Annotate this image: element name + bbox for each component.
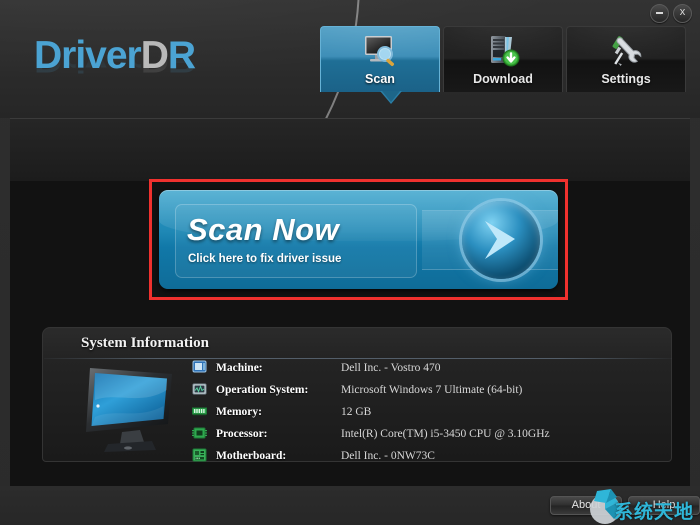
table-row: Machine: Dell Inc. - Vostro 470 [192, 357, 550, 378]
tab-download[interactable]: Download [443, 26, 563, 92]
tab-settings[interactable]: Settings [566, 26, 686, 92]
close-button[interactable]: x [673, 4, 692, 23]
minimize-icon [656, 12, 663, 14]
app-header: DriverDR DriverDR x Scan Download Settin… [0, 0, 700, 118]
active-tab-pointer-inner [382, 91, 400, 102]
close-icon: x [679, 6, 686, 18]
os-label: Operation System: [216, 383, 309, 396]
logo-part-driver: Driver [34, 34, 142, 77]
window-controls: x [650, 4, 692, 23]
table-row: Operation System: Microsoft Windows 7 Ul… [192, 379, 550, 400]
motherboard-value: Dell Inc. - 0NW73C [341, 449, 435, 462]
system-information-title: System Information [81, 335, 209, 351]
help-button[interactable]: Help [628, 496, 700, 515]
table-row: Memory: 12 GB [192, 401, 550, 422]
motherboard-icon [192, 448, 216, 463]
about-button[interactable]: About [550, 496, 622, 515]
processor-icon [192, 426, 216, 441]
tab-settings-label: Settings [601, 72, 651, 86]
desktop-monitor-icon [78, 362, 182, 454]
memory-label: Memory: [216, 405, 262, 418]
system-information-rows: Machine: Dell Inc. - Vostro 470 Operatio… [192, 357, 550, 467]
motherboard-label: Motherboard: [216, 449, 287, 462]
machine-value: Dell Inc. - Vostro 470 [341, 361, 441, 374]
logo-part-d: D [140, 34, 169, 77]
monitor-magnifier-icon [358, 33, 402, 71]
memory-value: 12 GB [341, 405, 372, 418]
machine-icon [192, 360, 216, 375]
tab-scan[interactable]: Scan [320, 26, 440, 92]
processor-label: Processor: [216, 427, 268, 440]
machine-label: Machine: [216, 361, 263, 374]
app-logo: DriverDR [34, 34, 196, 77]
processor-value: Intel(R) Core(TM) i5-3450 CPU @ 3.10GHz [341, 427, 550, 440]
scan-now-subtitle: Click here to fix driver issue [188, 253, 342, 265]
tab-scan-label: Scan [365, 72, 395, 86]
scan-now-title: Scan Now [187, 212, 340, 247]
main-navigation-tabs: Scan Download Settings [320, 26, 686, 92]
os-value: Microsoft Windows 7 Ultimate (64-bit) [341, 383, 523, 396]
tab-download-label: Download [473, 72, 533, 86]
memory-icon [192, 404, 216, 419]
application-window: DriverDR DriverDR x Scan Download Settin… [0, 0, 700, 525]
scan-now-button[interactable]: Scan Now Click here to fix driver issue [159, 190, 558, 289]
table-row: Processor: Intel(R) Core(TM) i5-3450 CPU… [192, 423, 550, 444]
logo-part-r: R [167, 34, 196, 77]
app-footer: About Help [0, 486, 700, 525]
play-arrow-icon[interactable] [462, 201, 540, 279]
minimize-button[interactable] [650, 4, 669, 23]
table-row: Motherboard: Dell Inc. - 0NW73C [192, 445, 550, 466]
server-download-icon [481, 33, 525, 71]
os-icon [192, 382, 216, 397]
screwdriver-wrench-icon [604, 33, 648, 71]
